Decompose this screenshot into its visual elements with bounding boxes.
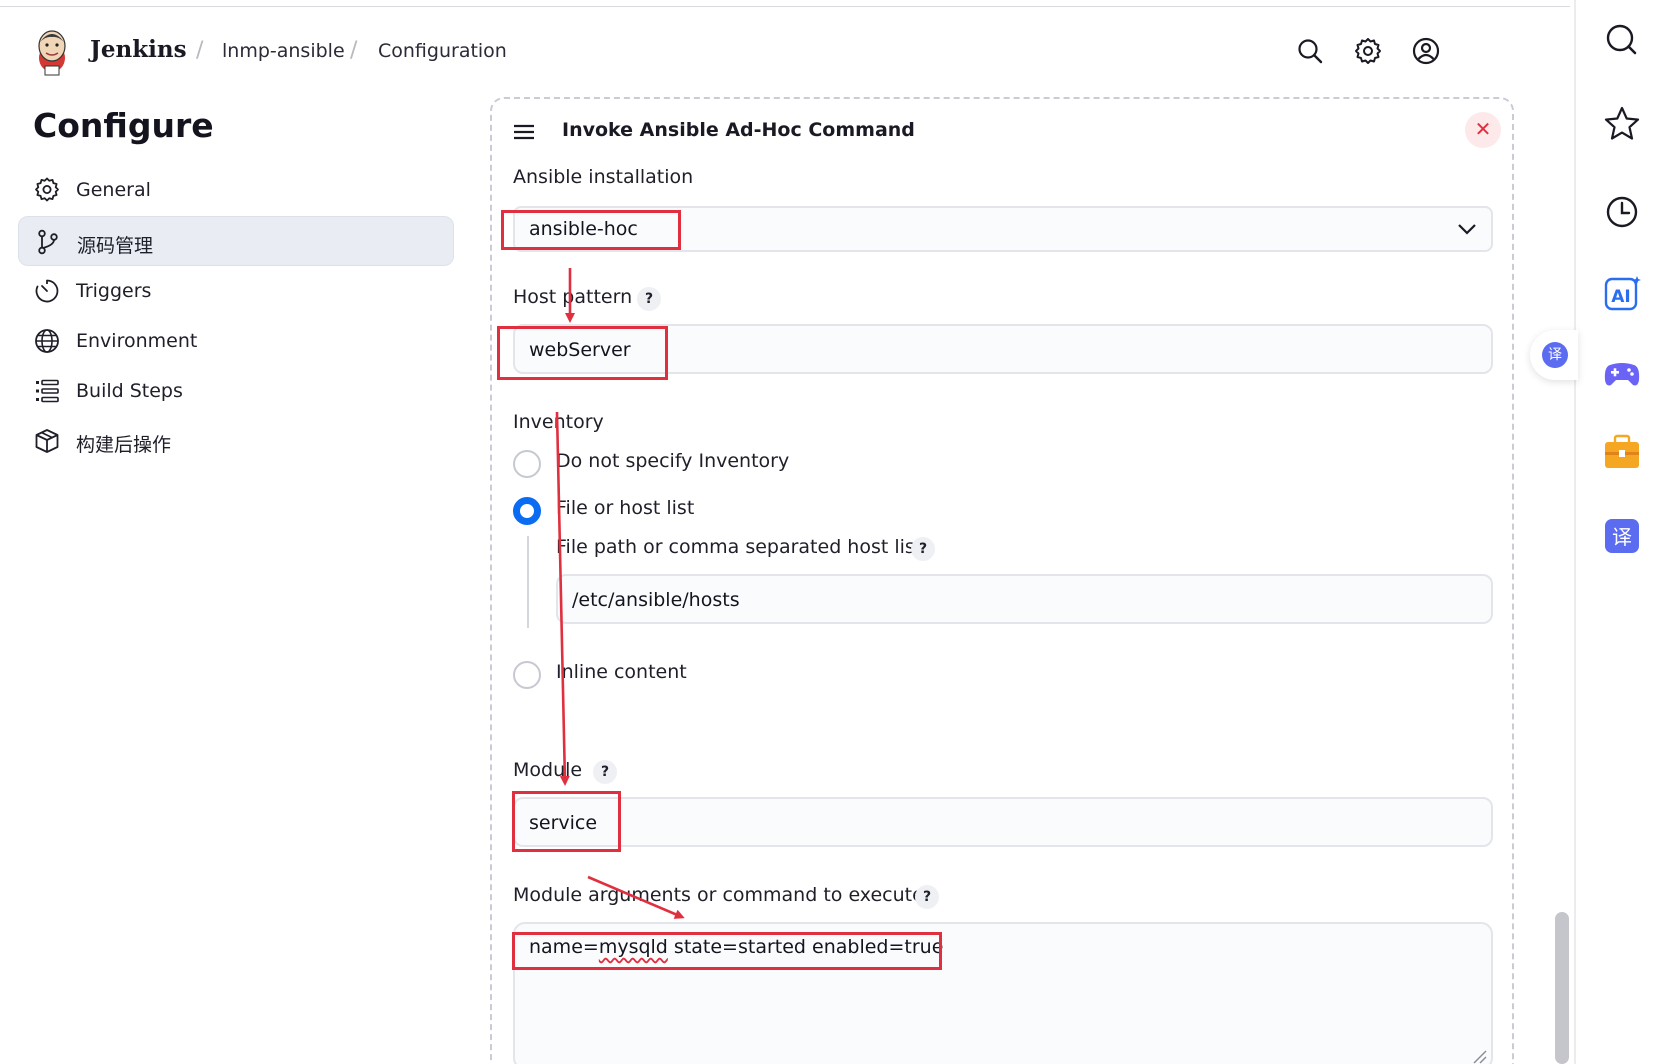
search-icon[interactable] (1602, 20, 1642, 60)
browser-panel-divider (1574, 0, 1576, 1064)
sidebar-item-label: 源码管理 (77, 235, 154, 257)
sidebar-item-label: General (76, 179, 151, 201)
brand-name[interactable]: Jenkins (90, 36, 187, 63)
top-divider (0, 6, 1570, 7)
breadcrumb-separator: / (350, 38, 358, 63)
globe-icon (35, 329, 59, 353)
floating-translate-button[interactable]: 译 (1530, 330, 1578, 380)
translate-icon: 译 (1542, 342, 1568, 368)
git-branch-icon (38, 229, 58, 255)
annotation-box-host-pattern (497, 326, 668, 380)
delete-step-button[interactable]: ✕ (1465, 112, 1501, 148)
search-icon[interactable] (1296, 37, 1324, 65)
annotation-box-installation (501, 210, 681, 250)
annotation-box-module (512, 791, 621, 852)
host-pattern-help-button[interactable]: ? (637, 287, 661, 311)
module-input[interactable]: service (513, 797, 1493, 847)
inventory-option-label: Do not specify Inventory (556, 450, 790, 472)
sidebar-item-label: Triggers (76, 280, 152, 302)
list-icon (36, 379, 59, 403)
resize-handle-icon[interactable] (1471, 1048, 1487, 1064)
nested-section-line (527, 536, 529, 628)
top-bar: Jenkins / lnmp-ansible / Configuration (0, 0, 1570, 100)
jenkins-logo-icon[interactable] (32, 28, 72, 76)
inventory-label: Inventory (513, 411, 604, 433)
inventory-option-label: File or host list (556, 497, 695, 519)
module-help-button[interactable]: ? (593, 760, 617, 784)
sidebar-item-triggers[interactable]: Triggers (18, 266, 454, 316)
ansible-installation-label: Ansible installation (513, 166, 694, 188)
game-controller-icon[interactable] (1602, 354, 1642, 394)
sidebar-item-post-build[interactable]: 构建后操作 (18, 416, 454, 466)
module-arguments-label: Module arguments or command to execute (513, 884, 924, 906)
gear-icon[interactable] (1354, 37, 1382, 65)
host-pattern-label: Host pattern (513, 286, 633, 308)
sidebar-item-build-steps[interactable]: Build Steps (18, 366, 454, 416)
package-icon (35, 429, 59, 453)
module-label: Module (513, 759, 583, 781)
jenkins-configure-page: Jenkins / lnmp-ansible / Configuration C… (0, 0, 1657, 1064)
drag-handle-icon[interactable] (513, 124, 535, 140)
file-path-help-button[interactable]: ? (911, 537, 935, 561)
page-scrollbar[interactable] (1555, 912, 1569, 1064)
sidebar-item-general[interactable]: General (18, 165, 454, 215)
annotation-box-arguments (512, 932, 942, 970)
toolbox-icon[interactable] (1602, 432, 1642, 472)
user-account-icon[interactable] (1412, 37, 1440, 65)
ai-icon[interactable]: AI (1602, 274, 1642, 314)
chevron-down-icon (1458, 224, 1476, 235)
sidebar-item-environment[interactable]: Environment (18, 316, 454, 366)
breadcrumb-project[interactable]: lnmp-ansible (222, 40, 345, 62)
sidebar-item-label: Build Steps (76, 380, 183, 402)
file-path-label: File path or comma separated host list (556, 536, 923, 558)
history-icon[interactable] (1602, 192, 1642, 232)
star-icon[interactable] (1602, 104, 1642, 144)
sidebar-item-source-code[interactable]: 源码管理 (18, 216, 454, 266)
gear-icon (35, 177, 59, 202)
module-arguments-help-button[interactable]: ? (915, 885, 939, 909)
svg-text:AI: AI (1611, 287, 1630, 307)
sidebar-item-label: 构建后操作 (76, 434, 172, 456)
inventory-radio-inline[interactable] (513, 661, 541, 689)
inventory-radio-none[interactable] (513, 450, 541, 478)
sidebar-item-label: Environment (76, 330, 198, 352)
file-path-value: /etc/ansible/hosts (572, 589, 740, 611)
translate-icon[interactable]: 译 (1602, 516, 1642, 556)
page-title: Configure (33, 106, 214, 145)
file-path-input[interactable]: /etc/ansible/hosts (556, 574, 1493, 624)
svg-text:译: 译 (1612, 525, 1632, 549)
timer-icon (35, 279, 59, 303)
build-step-title: Invoke Ansible Ad-Hoc Command (562, 119, 915, 141)
breadcrumb-configuration[interactable]: Configuration (378, 40, 507, 62)
breadcrumb-separator: / (196, 38, 204, 63)
inventory-radio-file[interactable] (513, 497, 541, 525)
inventory-option-label: Inline content (556, 661, 687, 683)
